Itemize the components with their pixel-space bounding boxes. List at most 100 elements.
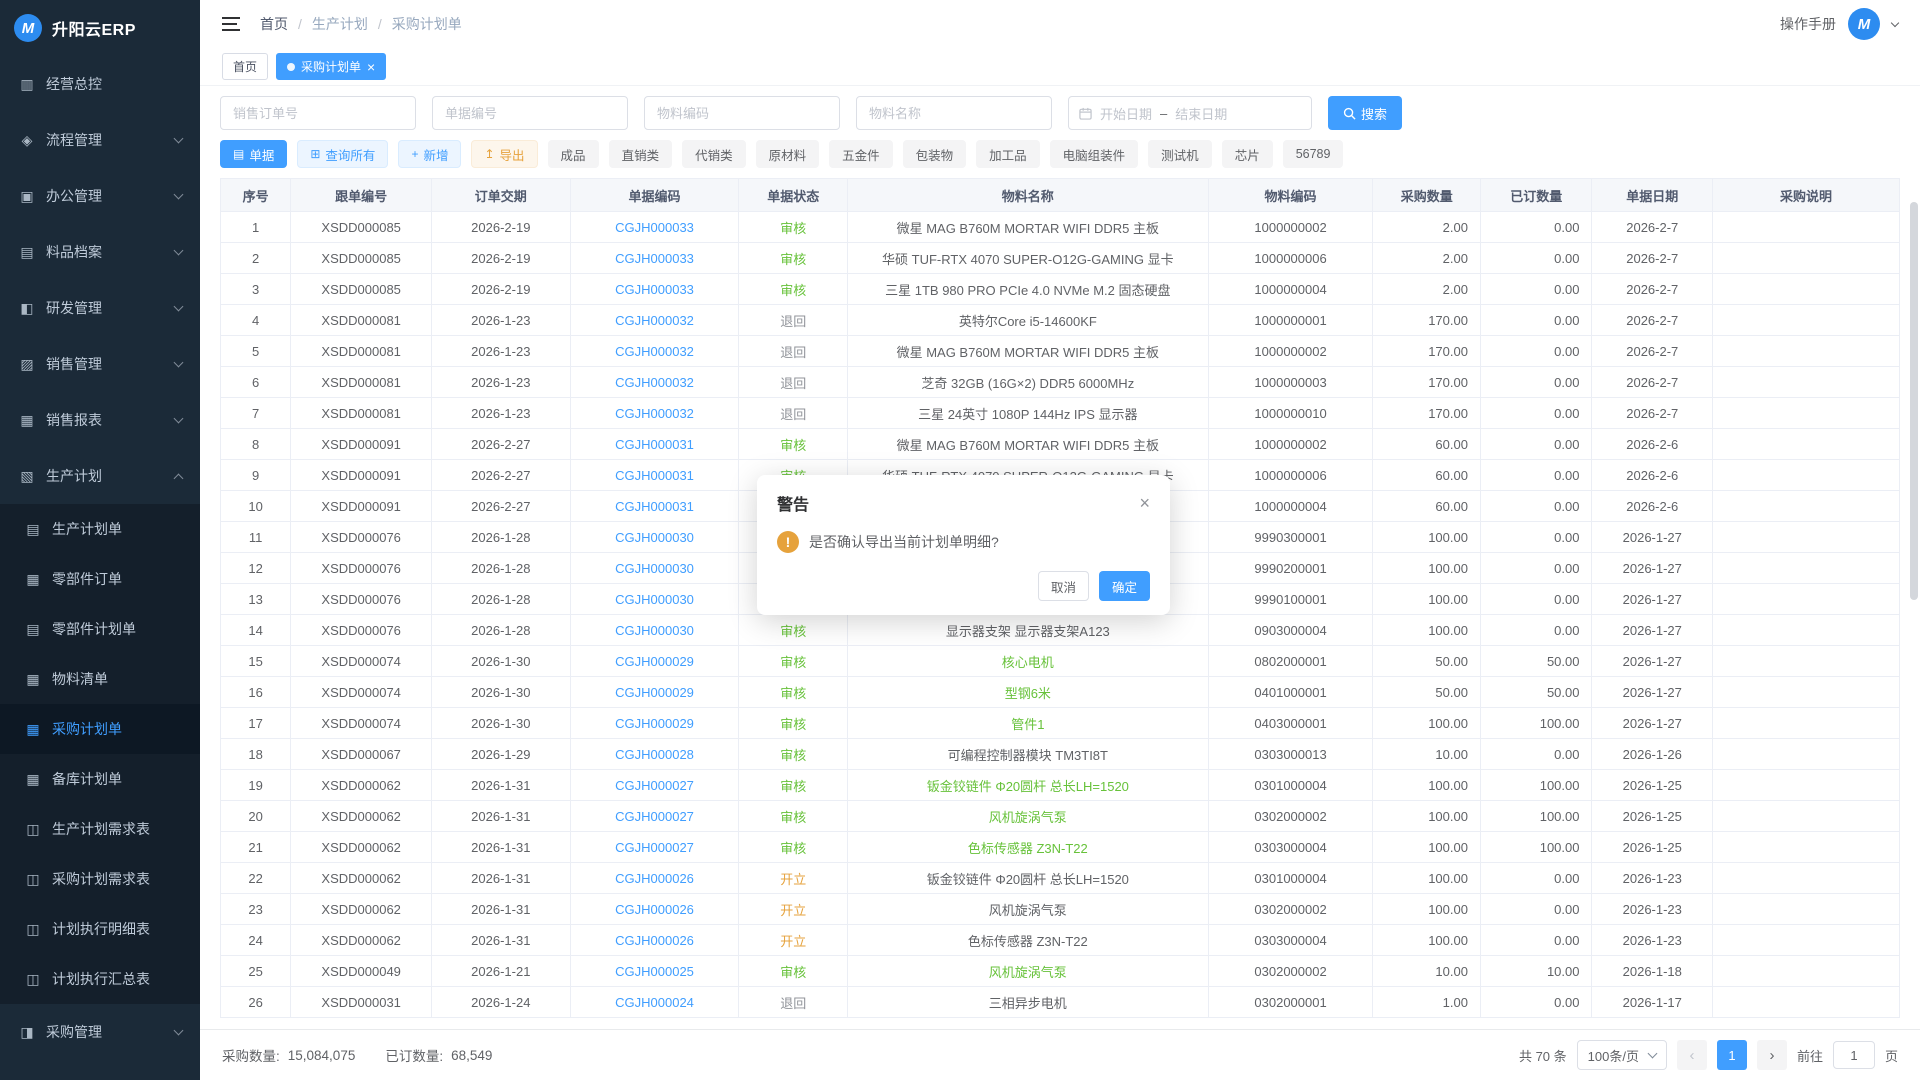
cell-material-name: 微星 MAG B760M MORTAR WIFI DDR5 主板 <box>847 429 1208 460</box>
doc-link[interactable]: CGJH000030 <box>615 530 694 545</box>
chevron-down-icon[interactable] <box>1891 18 1899 26</box>
doc-link[interactable]: CGJH000029 <box>615 654 694 669</box>
sidebar-subitem-parts-order[interactable]: ▦零部件订单 <box>0 554 200 604</box>
column-header-10: 采购说明 <box>1713 179 1900 212</box>
category-button-5[interactable]: 包装物 <box>903 140 967 168</box>
sidebar-item-material-archive[interactable]: ▤料品档案 <box>0 224 200 280</box>
tab-home[interactable]: 首页 <box>222 53 268 80</box>
manual-link[interactable]: 操作手册 <box>1780 14 1836 34</box>
breadcrumb-home[interactable]: 首页 <box>260 14 288 34</box>
doc-link[interactable]: CGJH000032 <box>615 406 694 421</box>
sidebar-item-business-dashboard[interactable]: ▥经营总控 <box>0 56 200 112</box>
sidebar-subitem-plan-execution-summary[interactable]: ◫计划执行汇总表 <box>0 954 200 1004</box>
sidebar-item-purchase-management[interactable]: ◨采购管理 <box>0 1004 200 1060</box>
rd-icon: ◧ <box>18 300 36 317</box>
close-icon[interactable]: × <box>1139 494 1150 512</box>
prev-page-button[interactable]: ‹ <box>1677 1040 1707 1070</box>
category-button-3[interactable]: 原材料 <box>756 140 820 168</box>
cell-doc-no: CGJH000027 <box>570 832 739 863</box>
doc-link[interactable]: CGJH000024 <box>615 995 694 1010</box>
avatar[interactable]: M <box>1848 8 1880 40</box>
column-header-5: 物料名称 <box>847 179 1208 212</box>
material-code-input[interactable] <box>644 96 840 130</box>
menu-collapse-icon[interactable] <box>222 17 240 31</box>
doc-link[interactable]: CGJH000030 <box>615 561 694 576</box>
sidebar-item-production-plan[interactable]: ▧生产计划 <box>0 448 200 504</box>
doc-link[interactable]: CGJH000031 <box>615 437 694 452</box>
doc-link[interactable]: CGJH000033 <box>615 251 694 266</box>
category-button-6[interactable]: 加工品 <box>976 140 1040 168</box>
sidebar-item-sales-management[interactable]: ▨销售管理 <box>0 336 200 392</box>
cell-ordered-qty: 100.00 <box>1480 832 1592 863</box>
category-button-1[interactable]: 直销类 <box>609 140 673 168</box>
export-button[interactable]: ↥ 导出 <box>471 140 537 168</box>
table-scrollbar[interactable] <box>1910 202 1918 600</box>
doc-link[interactable]: CGJH000032 <box>615 313 694 328</box>
cell-order-no: XSDD000062 <box>291 894 432 925</box>
cell-doc-no: CGJH000030 <box>570 584 739 615</box>
next-page-button[interactable]: › <box>1757 1040 1787 1070</box>
doc-link[interactable]: CGJH000027 <box>615 778 694 793</box>
sidebar-item-sales-report[interactable]: ▦销售报表 <box>0 392 200 448</box>
doc-link[interactable]: CGJH000029 <box>615 685 694 700</box>
doc-link[interactable]: CGJH000026 <box>615 933 694 948</box>
doc-link[interactable]: CGJH000030 <box>615 592 694 607</box>
sidebar-subitem-production-plan-order[interactable]: ▤生产计划单 <box>0 504 200 554</box>
sidebar-item-workshop-settings[interactable]: ▩车间设置 <box>0 1060 200 1080</box>
category-button-0[interactable]: 成品 <box>548 140 599 168</box>
table-icon: ◫ <box>24 921 42 938</box>
sidebar-subitem-bom-list[interactable]: ▦物料清单 <box>0 654 200 704</box>
category-button-9[interactable]: 芯片 <box>1222 140 1273 168</box>
sales-order-input[interactable] <box>220 96 416 130</box>
cell-note <box>1713 274 1900 305</box>
doc-link[interactable]: CGJH000026 <box>615 871 694 886</box>
goto-page-input[interactable] <box>1833 1041 1875 1069</box>
confirm-button[interactable]: 确定 <box>1099 571 1150 601</box>
doc-link[interactable]: CGJH000031 <box>615 468 694 483</box>
page-size-select[interactable]: 100条/页 <box>1577 1040 1667 1070</box>
modal-body: ! 是否确认导出当前计划单明细? <box>777 531 1150 553</box>
doc-link[interactable]: CGJH000027 <box>615 809 694 824</box>
add-button[interactable]: + 新增 <box>398 140 461 168</box>
doc-link[interactable]: CGJH000026 <box>615 902 694 917</box>
material-name-input[interactable] <box>856 96 1052 130</box>
doc-link[interactable]: CGJH000025 <box>615 964 694 979</box>
doc-link[interactable]: CGJH000032 <box>615 344 694 359</box>
cell-material-code: 9990100001 <box>1208 584 1373 615</box>
sidebar-item-office-management[interactable]: ▣办公管理 <box>0 168 200 224</box>
cell-doc-no: CGJH000026 <box>570 925 739 956</box>
category-button-7[interactable]: 电脑组装件 <box>1050 140 1139 168</box>
sidebar-item-process-management[interactable]: ◈流程管理 <box>0 112 200 168</box>
doc-link[interactable]: CGJH000030 <box>615 623 694 638</box>
doc-no-input[interactable] <box>432 96 628 130</box>
close-icon[interactable]: × <box>367 60 375 74</box>
doc-link[interactable]: CGJH000033 <box>615 282 694 297</box>
cell-seq: 26 <box>221 987 291 1018</box>
cancel-button[interactable]: 取消 <box>1038 571 1089 601</box>
page-1-button[interactable]: 1 <box>1717 1040 1747 1070</box>
document-button[interactable]: ▤ 单据 <box>220 140 287 168</box>
doc-link[interactable]: CGJH000029 <box>615 716 694 731</box>
doc-link[interactable]: CGJH000032 <box>615 375 694 390</box>
query-all-button[interactable]: ⊞ 查询所有 <box>297 140 388 168</box>
sidebar-subitem-parts-plan-order[interactable]: ▤零部件计划单 <box>0 604 200 654</box>
sidebar-subitem-purchase-plan-order[interactable]: ▦采购计划单 <box>0 704 200 754</box>
category-button-10[interactable]: 56789 <box>1283 140 1344 168</box>
cell-doc-date: 2026-2-7 <box>1592 274 1713 305</box>
sidebar-item-rd-management[interactable]: ◧研发管理 <box>0 280 200 336</box>
doc-link[interactable]: CGJH000028 <box>615 747 694 762</box>
doc-link[interactable]: CGJH000033 <box>615 220 694 235</box>
sidebar-subitem-production-plan-demand[interactable]: ◫生产计划需求表 <box>0 804 200 854</box>
search-button[interactable]: 搜索 <box>1328 96 1402 130</box>
tab-purchase-plan[interactable]: 采购计划单 × <box>276 53 386 80</box>
date-range-picker[interactable]: 开始日期 – 结束日期 <box>1068 96 1312 130</box>
doc-link[interactable]: CGJH000031 <box>615 499 694 514</box>
sidebar-subitem-plan-execution-detail[interactable]: ◫计划执行明细表 <box>0 904 200 954</box>
doc-link[interactable]: CGJH000027 <box>615 840 694 855</box>
sidebar-subitem-stock-plan-order[interactable]: ▦备库计划单 <box>0 754 200 804</box>
category-button-8[interactable]: 测试机 <box>1148 140 1212 168</box>
sidebar-subitem-purchase-plan-demand[interactable]: ◫采购计划需求表 <box>0 854 200 904</box>
category-button-4[interactable]: 五金件 <box>829 140 893 168</box>
breadcrumb-production-plan[interactable]: 生产计划 <box>312 14 368 34</box>
category-button-2[interactable]: 代销类 <box>682 140 746 168</box>
